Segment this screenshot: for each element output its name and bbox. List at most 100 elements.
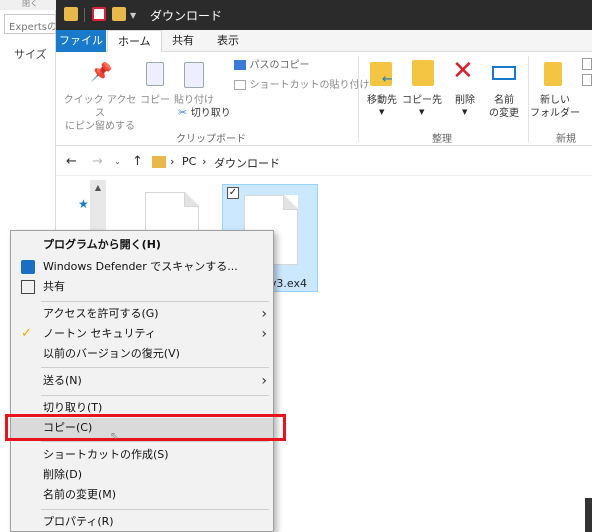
menu-item-restore-versions[interactable]: 以前のバージョンの復元(V) xyxy=(11,344,273,364)
organize-group-label: 整理 xyxy=(432,134,452,145)
background-top-strip: 閉く xyxy=(0,0,56,10)
menu-item-create-shortcut[interactable]: ショートカットの作成(S) xyxy=(11,445,273,465)
defender-shield-icon xyxy=(21,260,35,274)
pin-icon: 📌 xyxy=(90,62,113,83)
selection-checkbox[interactable]: ✓ xyxy=(227,187,239,199)
up-arrow-icon[interactable]: ↑ xyxy=(132,154,143,169)
ribbon-home: 📌 クイック アクセス にピン留めする コピー 貼り付け パスのコピー ショート… xyxy=(56,52,592,146)
copy-path-label: パスのコピー xyxy=(249,60,310,71)
window-title: ダウンロード xyxy=(150,9,223,23)
copy-to-label: コピー先 xyxy=(402,95,442,106)
highlight-box xyxy=(5,414,286,441)
copy-to-button[interactable]: コピー先 ▼ xyxy=(402,56,442,126)
move-folder-icon: ← xyxy=(370,62,393,87)
new-folder-button[interactable]: 新しい フォルダー xyxy=(530,56,580,126)
chevron-down-icon[interactable]: ⌄ xyxy=(114,157,121,166)
path-icon xyxy=(234,60,246,70)
separator xyxy=(84,8,85,22)
breadcrumb-pc[interactable]: PC xyxy=(182,155,196,168)
breadcrumb-downloads[interactable]: ダウンロード xyxy=(214,155,280,171)
properties-check-icon[interactable] xyxy=(92,7,106,21)
quick-access-star-icon[interactable]: ★ xyxy=(78,197,89,211)
chevron-down-icon: ▼ xyxy=(379,108,385,116)
copy-button[interactable]: コピー xyxy=(138,56,172,126)
background-top-text: 閉く xyxy=(22,0,38,8)
delete-x-icon: ✕ xyxy=(452,56,474,86)
breadcrumb-separator: › xyxy=(170,155,175,168)
background-column-label: サイズ xyxy=(14,48,47,61)
new-folder-label: 新しい フォルダー xyxy=(530,95,580,119)
title-bar: ▼ ダウンロード xyxy=(56,0,592,30)
context-menu: プログラムから開く(H) Windows Defender でスキャンする...… xyxy=(10,230,274,532)
menu-label: 名前の変更(M) xyxy=(43,488,117,501)
menu-item-defender-scan[interactable]: Windows Defender でスキャンする... xyxy=(11,257,273,277)
menu-item-share[interactable]: 共有 xyxy=(11,277,273,297)
cut-label: 切り取り xyxy=(190,108,231,119)
new-folder-icon[interactable] xyxy=(112,7,126,21)
rename-icon xyxy=(492,66,516,80)
background-text-field[interactable]: Expertsの xyxy=(4,14,56,34)
clipboard-icon xyxy=(184,62,204,88)
pin-quick-access-button[interactable]: 📌 クイック アクセス にピン留めする xyxy=(64,56,137,132)
shortcut-icon xyxy=(234,80,246,90)
menu-label: プログラムから開く(H) xyxy=(43,238,161,251)
tab-view[interactable]: 表示 xyxy=(207,30,249,52)
chevron-right-icon: › xyxy=(261,373,267,389)
menu-separator xyxy=(41,509,269,510)
address-bar: ← → ⌄ ↑ › PC › ダウンロード xyxy=(56,148,592,176)
copy-path-button[interactable]: パスのコピー xyxy=(234,58,310,74)
menu-item-properties[interactable]: プロパティ(R) xyxy=(11,512,273,532)
new-item-icon[interactable] xyxy=(582,58,592,88)
paste-shortcut-button[interactable]: ショートカットの貼り付け xyxy=(234,78,370,94)
ribbon-tabs: ファイル ホーム 共有 表示 xyxy=(56,30,592,53)
arrow-left-icon: ← xyxy=(382,72,393,87)
chevron-right-icon: › xyxy=(261,326,267,342)
taskbar-edge xyxy=(585,498,592,532)
tab-home[interactable]: ホーム xyxy=(107,30,162,53)
cut-button[interactable]: ✂ 切り取り xyxy=(178,106,231,122)
chevron-down-icon: ▼ xyxy=(462,108,468,116)
menu-item-norton[interactable]: ✓ ノートン セキュリティ › xyxy=(11,324,273,344)
pin-label: クイック アクセス にピン留めする xyxy=(63,95,137,132)
scissors-icon: ✂ xyxy=(178,106,188,119)
scroll-up-arrow-icon[interactable]: ▲ xyxy=(90,180,106,196)
menu-item-open-with[interactable]: プログラムから開く(H) xyxy=(11,235,273,255)
paste-shortcut-label: ショートカットの貼り付け xyxy=(249,80,370,91)
menu-label: プロパティ(R) xyxy=(43,515,114,528)
menu-label: 削除(D) xyxy=(43,468,83,481)
new-group-label: 新規 xyxy=(556,134,576,145)
menu-separator xyxy=(41,367,269,368)
folder-icon xyxy=(64,7,78,21)
tab-file[interactable]: ファイル xyxy=(56,30,106,52)
folder-location-icon xyxy=(152,156,166,168)
menu-item-give-access[interactable]: アクセスを許可する(G) › xyxy=(11,304,273,324)
menu-label: ノートン セキュリティ xyxy=(43,327,156,340)
menu-label: ショートカットの作成(S) xyxy=(43,448,169,461)
chevron-down-icon[interactable]: ▼ xyxy=(130,11,136,20)
menu-separator xyxy=(41,395,269,396)
delete-button[interactable]: ✕ 削除 ▼ xyxy=(448,56,482,126)
tab-share[interactable]: 共有 xyxy=(162,30,204,52)
menu-separator xyxy=(41,301,269,302)
share-icon xyxy=(21,280,35,294)
menu-label: 送る(N) xyxy=(43,374,82,387)
menu-label: 切り取り(T) xyxy=(43,401,103,414)
move-to-button[interactable]: ← 移動先 ▼ xyxy=(362,56,402,126)
menu-label: アクセスを許可する(G) xyxy=(43,307,159,320)
back-arrow-icon[interactable]: ← xyxy=(66,154,77,169)
menu-item-rename[interactable]: 名前の変更(M) xyxy=(11,485,273,505)
menu-item-send-to[interactable]: 送る(N) › xyxy=(11,371,273,391)
rename-button[interactable]: 名前 の変更 xyxy=(484,56,524,126)
copy-label: コピー xyxy=(140,95,170,106)
forward-arrow-icon[interactable]: → xyxy=(92,154,103,169)
menu-item-delete[interactable]: 削除(D) xyxy=(11,465,273,485)
norton-check-icon: ✓ xyxy=(21,326,32,341)
mouse-cursor-icon: ⇖ xyxy=(110,431,119,442)
new-folder-icon xyxy=(544,62,562,86)
copy-folder-icon xyxy=(412,60,434,86)
menu-label: 共有 xyxy=(43,280,65,293)
menu-label: 以前のバージョンの復元(V) xyxy=(43,347,180,360)
delete-label: 削除 xyxy=(455,95,475,106)
menu-separator xyxy=(41,441,269,442)
chevron-right-icon: › xyxy=(261,306,267,322)
